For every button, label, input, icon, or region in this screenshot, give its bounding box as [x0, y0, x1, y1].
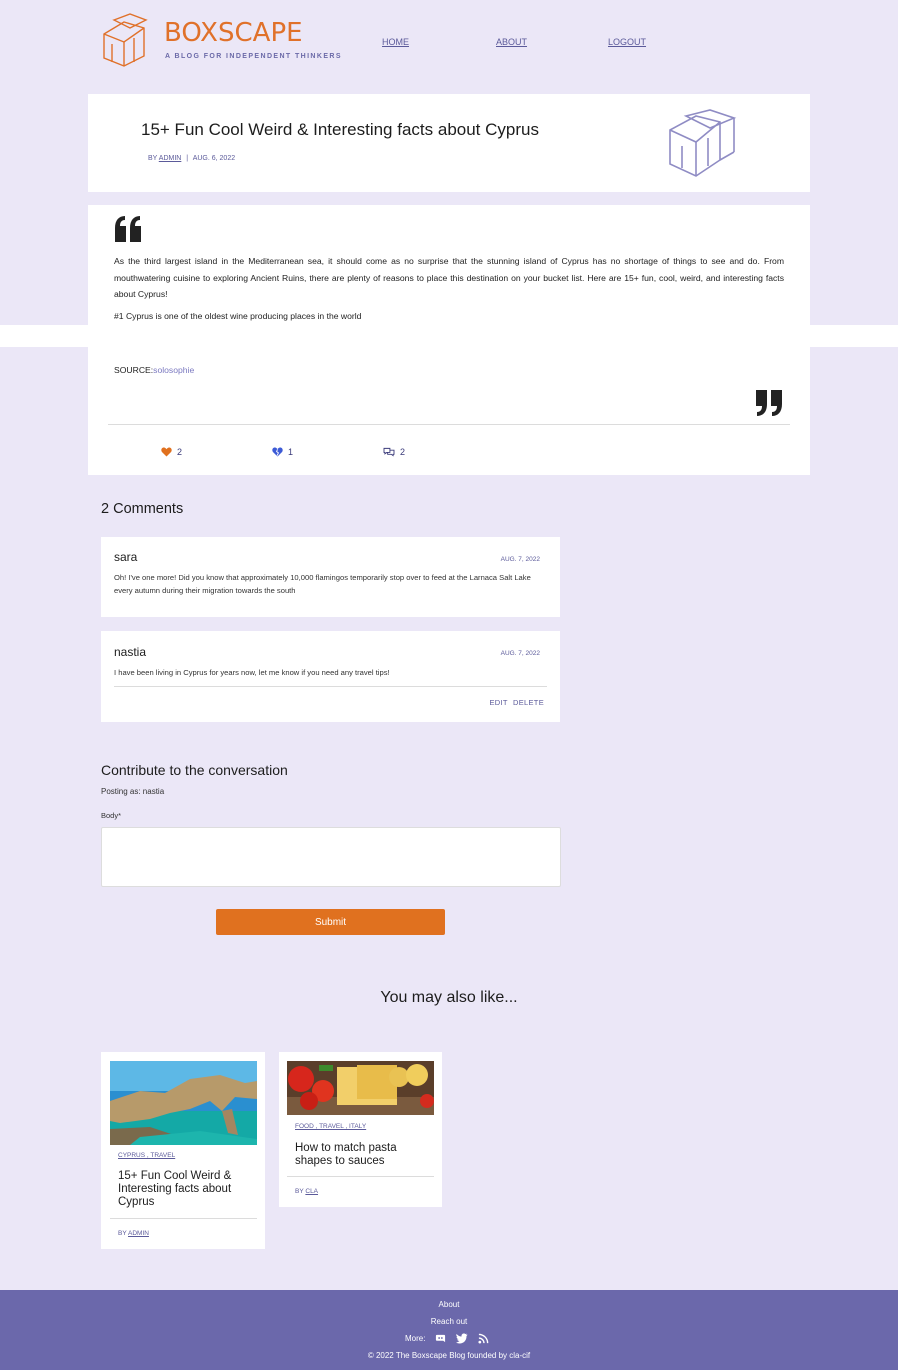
related-by: BY	[295, 1188, 304, 1195]
footer: About Reach out More: © 2022 The Boxscap…	[0, 1290, 898, 1370]
related-byline: BY CLA	[295, 1188, 318, 1195]
twitter-icon[interactable]	[456, 1333, 468, 1344]
body-label: Body*	[101, 811, 122, 820]
related-tags[interactable]: FOOD , TRAVEL , ITALY	[295, 1123, 366, 1130]
source-label: SOURCE:	[114, 365, 154, 375]
nav-logout[interactable]: LOGOUT	[608, 37, 646, 47]
logo-text: BOXSCAPE	[164, 18, 303, 48]
post-by: BY	[148, 155, 158, 162]
comment-item: sara AUG. 7, 2022 Oh! I've one more! Did…	[101, 537, 560, 617]
broken-heart-icon	[272, 447, 283, 457]
quote-close-icon	[756, 390, 782, 416]
related-post-title[interactable]: How to match pasta shapes to sauces	[295, 1142, 425, 1168]
comment-text: I have been living in Cyprus for years n…	[114, 668, 390, 677]
cyprus-rock-arch-image	[110, 1061, 257, 1145]
post-source: SOURCE:solosophie	[114, 365, 194, 375]
post-meta: BY ADMIN | AUG. 6, 2022	[148, 155, 236, 162]
comment-date: AUG. 7, 2022	[500, 556, 540, 563]
dislike-count: 1	[288, 447, 294, 457]
post-fact-1: #1 Cyprus is one of the oldest wine prod…	[114, 311, 362, 321]
edit-comment-button[interactable]: EDIT	[489, 698, 507, 707]
like-count: 2	[177, 447, 183, 457]
related-author-link[interactable]: ADMIN	[128, 1230, 149, 1237]
post-author-link[interactable]: ADMIN	[159, 155, 182, 162]
footer-more: More:	[405, 1333, 489, 1344]
post-box-icon	[669, 109, 737, 177]
related-card[interactable]: CYPRUS , TRAVEL 15+ Fun Cool Weird & Int…	[101, 1052, 265, 1249]
footer-copyright: © 2022 The Boxscape Blog founded by cla-…	[367, 1351, 531, 1360]
comments-icon	[383, 447, 395, 457]
footer-about-link[interactable]: About	[0, 1300, 898, 1309]
footer-reach-out-link[interactable]: Reach out	[0, 1317, 898, 1326]
comment-divider	[114, 686, 547, 687]
dislike-button[interactable]: 1	[272, 447, 293, 457]
logo-tagline: A BLOG FOR INDEPENDENT THINKERS	[165, 53, 342, 60]
related-divider	[110, 1218, 257, 1219]
pasta-tomatoes-image	[287, 1061, 434, 1115]
form-title: Contribute to the conversation	[101, 762, 288, 778]
discord-icon[interactable]	[435, 1333, 446, 1344]
post-title: 15+ Fun Cool Weird & Interesting facts a…	[141, 120, 539, 139]
related-by: BY	[118, 1230, 127, 1237]
related-title: You may also like...	[380, 989, 518, 1006]
quote-open-icon	[115, 216, 141, 242]
submit-button[interactable]: Submit	[216, 909, 445, 935]
related-divider	[287, 1176, 434, 1177]
comments-title: 2 Comments	[101, 501, 184, 517]
comment-text: Oh! I've one more! Did you know that app…	[114, 573, 531, 595]
related-tags[interactable]: CYPRUS , TRAVEL	[118, 1152, 175, 1159]
rss-icon[interactable]	[478, 1333, 489, 1344]
post-divider	[108, 424, 790, 425]
delete-comment-button[interactable]: DELETE	[513, 698, 544, 707]
like-button[interactable]: 2	[161, 447, 182, 457]
post-paragraph: As the third largest island in the Medit…	[114, 256, 784, 299]
comment-date: AUG. 7, 2022	[500, 650, 540, 657]
source-link[interactable]: solosophie	[153, 365, 194, 375]
related-post-title[interactable]: 15+ Fun Cool Weird & Interesting facts a…	[118, 1170, 248, 1209]
nav-about[interactable]: ABOUT	[496, 37, 527, 47]
post-body-card	[88, 205, 810, 475]
comments-count: 2	[400, 447, 406, 457]
comments-stat[interactable]: 2	[383, 447, 405, 457]
related-author-link[interactable]: CLA	[305, 1188, 318, 1195]
comment-author: sara	[114, 550, 138, 564]
posting-as: Posting as: nastia	[101, 787, 165, 796]
related-byline: BY ADMIN	[118, 1230, 149, 1237]
footer-more-label: More:	[405, 1334, 426, 1343]
comment-body-textarea[interactable]	[101, 827, 561, 887]
nav-home[interactable]: HOME	[382, 37, 409, 47]
related-card[interactable]: FOOD , TRAVEL , ITALY How to match pasta…	[279, 1052, 442, 1207]
comment-author: nastia	[114, 645, 147, 659]
heart-icon	[161, 447, 172, 457]
comment-actions: EDIT DELETE	[489, 698, 544, 707]
comment-item: nastia AUG. 7, 2022 I have been living i…	[101, 631, 560, 722]
post-date: AUG. 6, 2022	[192, 155, 236, 162]
